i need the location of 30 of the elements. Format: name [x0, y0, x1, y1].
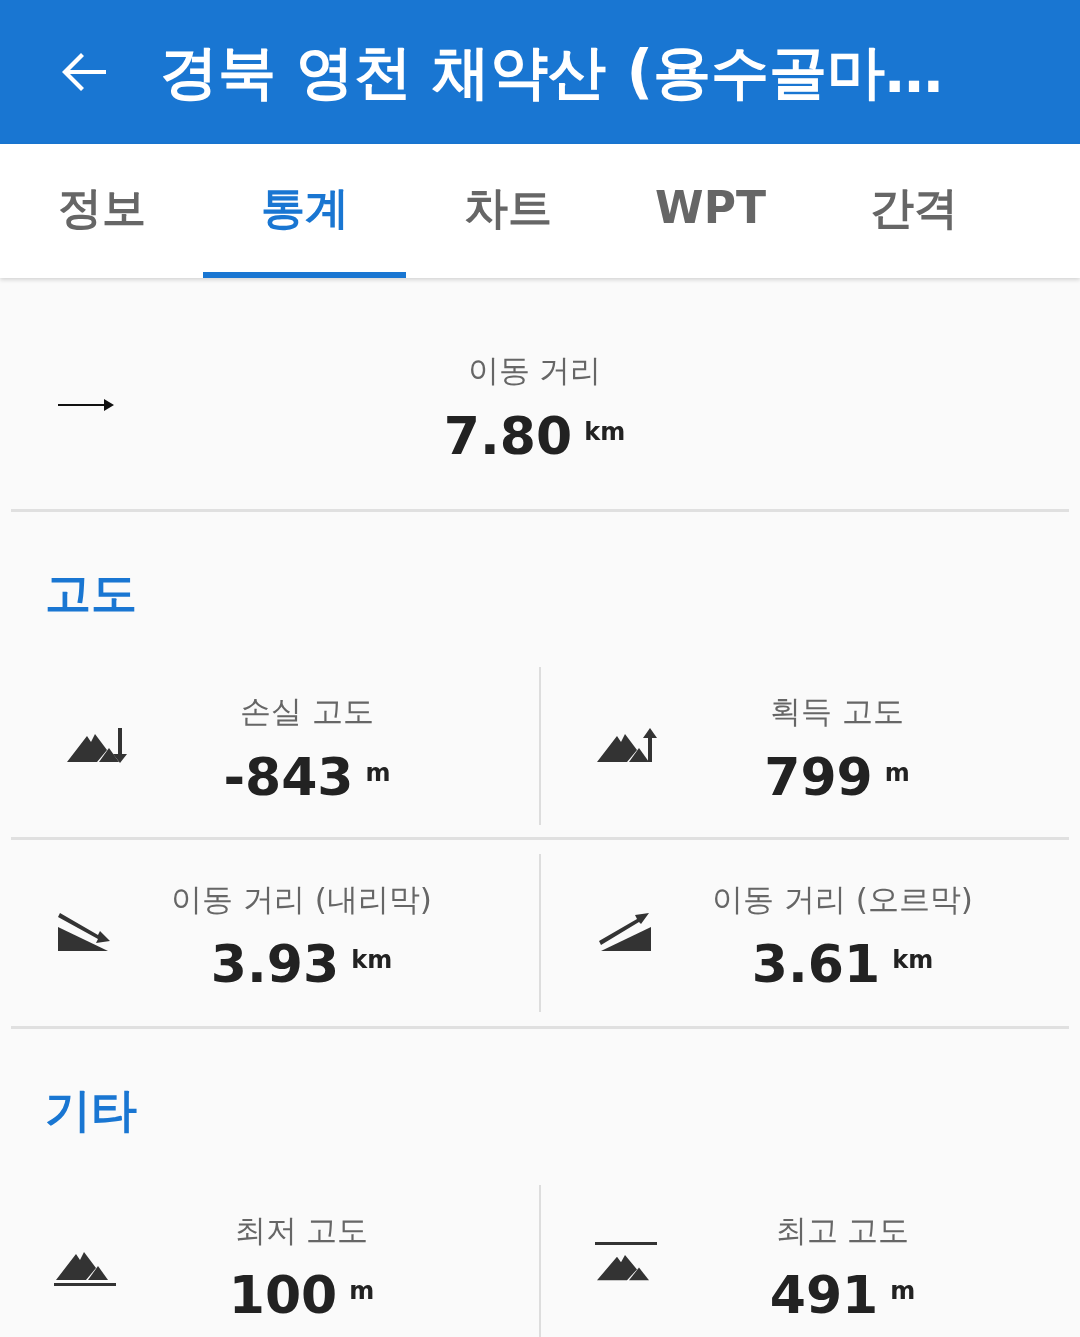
section-title: 고도: [45, 564, 137, 622]
stat-value: 491: [769, 1269, 879, 1322]
stat-value: 100: [228, 1269, 338, 1322]
stat-unit: km: [892, 945, 934, 977]
tab[interactable]: WPT: [609, 144, 812, 278]
stat-value: 7.80: [443, 409, 573, 462]
section-title: 기타: [45, 1081, 137, 1139]
stat-label: 최고 고도: [775, 1210, 910, 1250]
tab[interactable]: 차트: [406, 144, 609, 278]
stat-label: 최저 고도: [234, 1210, 369, 1250]
tab[interactable]: 간격: [812, 144, 1015, 278]
stat-value: 799: [764, 750, 873, 803]
stat-unit: m: [349, 1276, 375, 1308]
stat-value: 3.61: [751, 938, 881, 991]
stat-unit: km: [584, 416, 626, 448]
stat-label: 획득 고도: [770, 692, 904, 732]
back-arrow-icon: [60, 52, 108, 92]
stat-unit: m: [890, 1276, 916, 1308]
stat-value: 3.93: [210, 938, 340, 991]
stat-unit: km: [351, 945, 393, 977]
page-title: 경북 영천 채약산 (용수골마…: [160, 36, 944, 108]
stat-unit: m: [884, 757, 910, 789]
stat-value: -843: [223, 750, 354, 803]
stat-label: 이동 거리 (오르막): [712, 879, 973, 919]
tab[interactable]: 정보: [0, 144, 203, 278]
stat-label: 이동 거리 (내리막): [171, 879, 432, 919]
tab[interactable]: 통계: [203, 144, 406, 278]
stat-unit: m: [365, 757, 391, 789]
stat-label: 손실 고도: [240, 692, 374, 732]
stat-label: 이동 거리: [467, 351, 602, 391]
